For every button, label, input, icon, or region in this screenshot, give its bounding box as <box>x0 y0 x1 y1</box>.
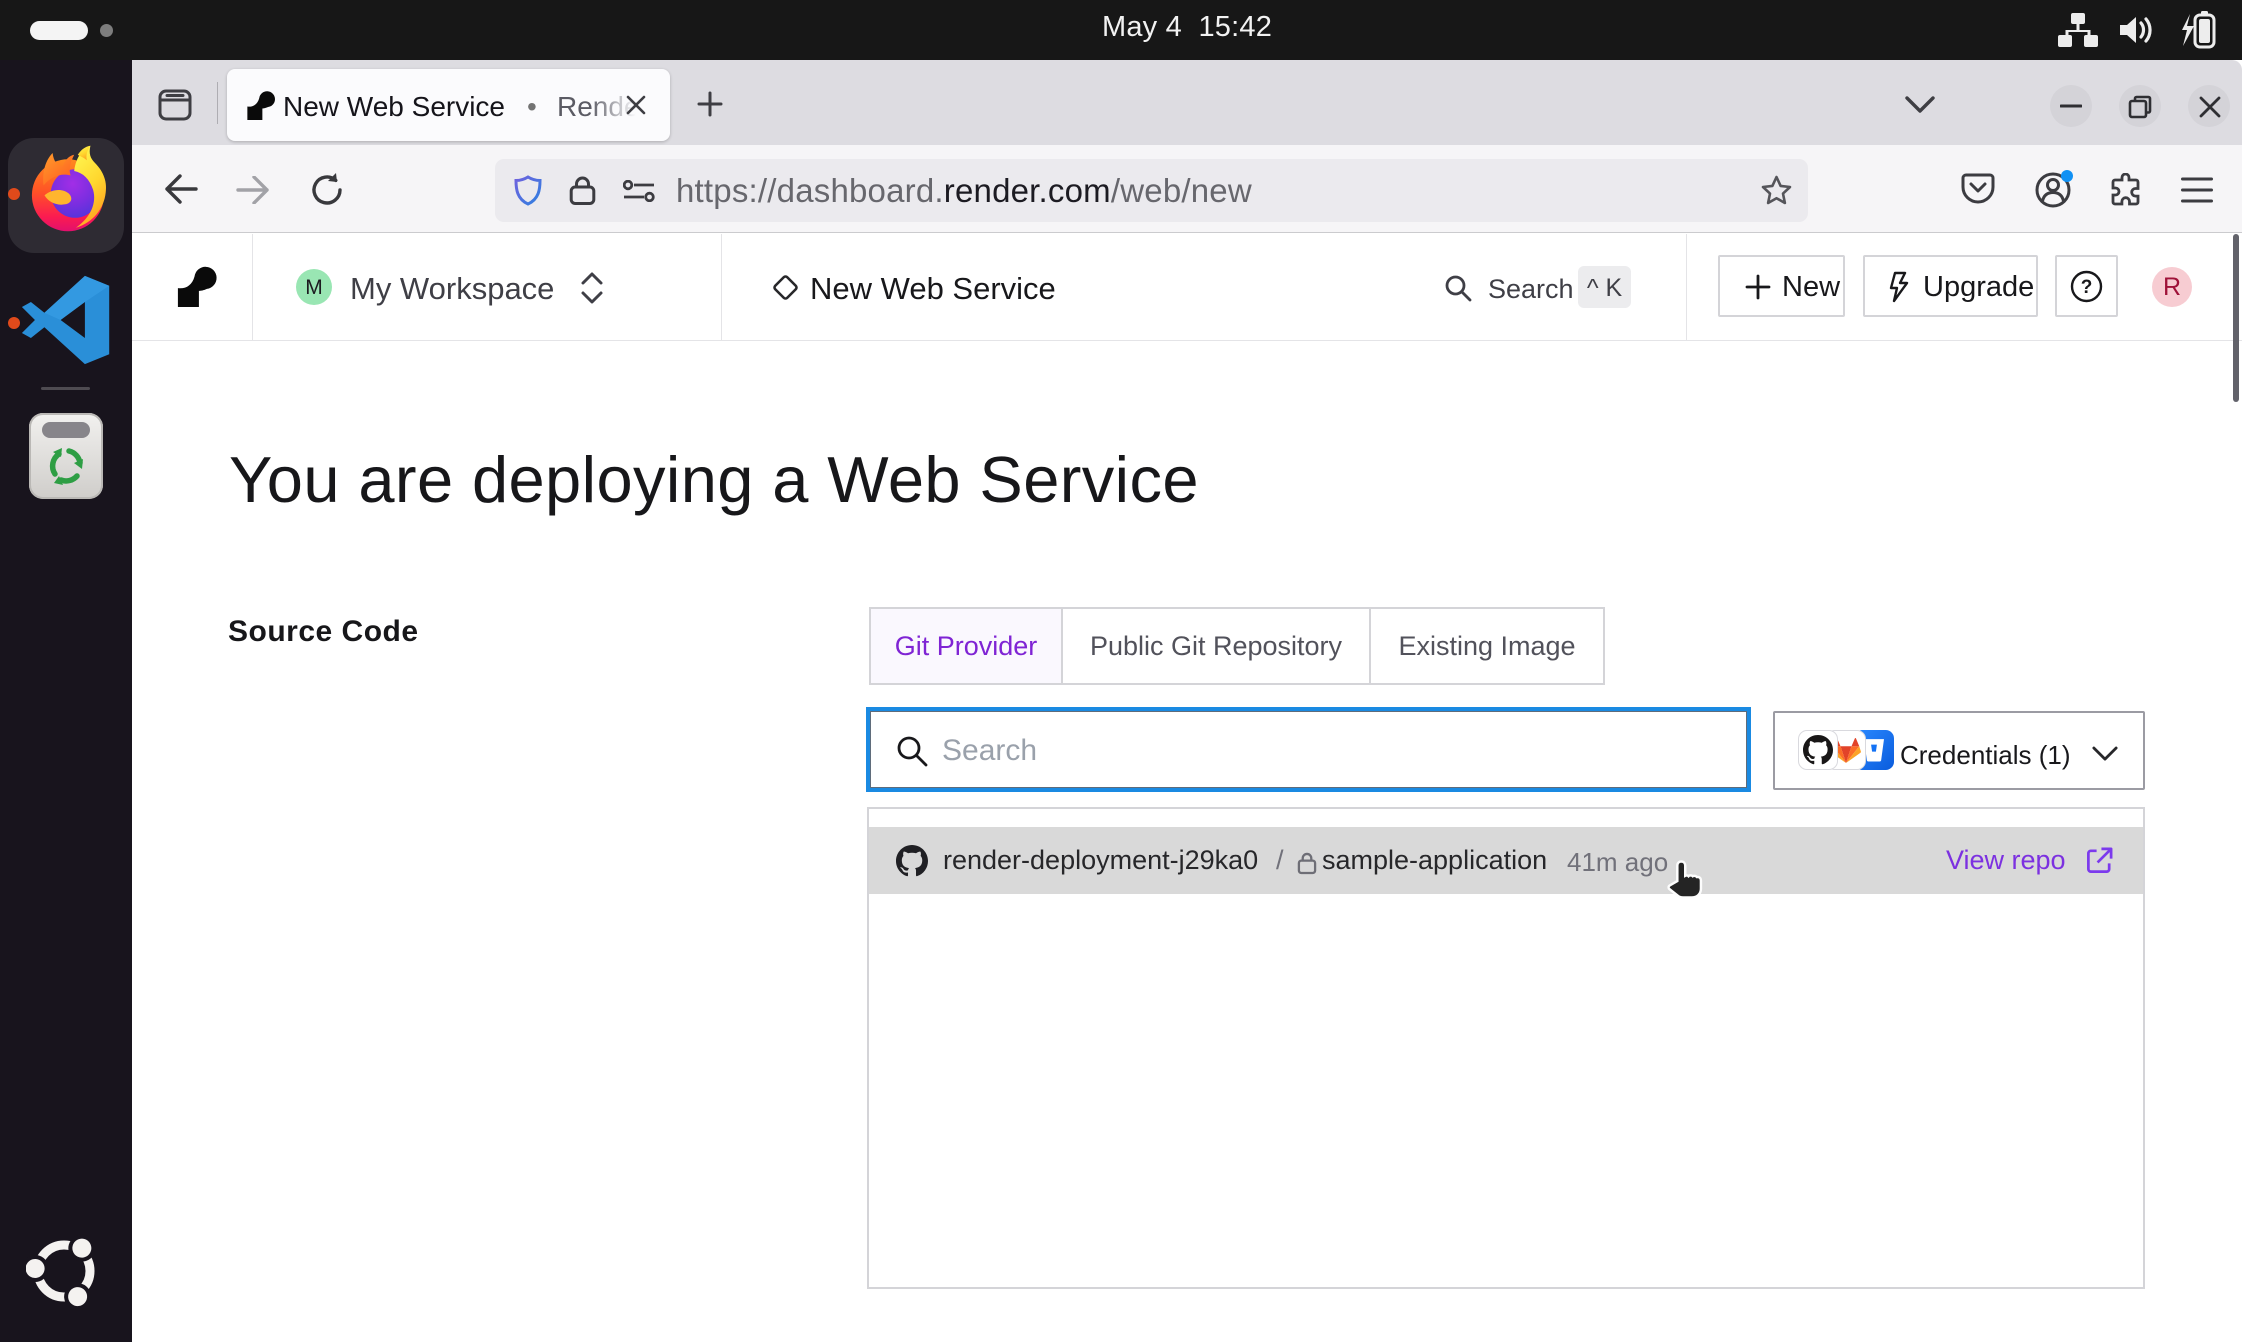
svg-text:?: ? <box>2081 277 2093 298</box>
